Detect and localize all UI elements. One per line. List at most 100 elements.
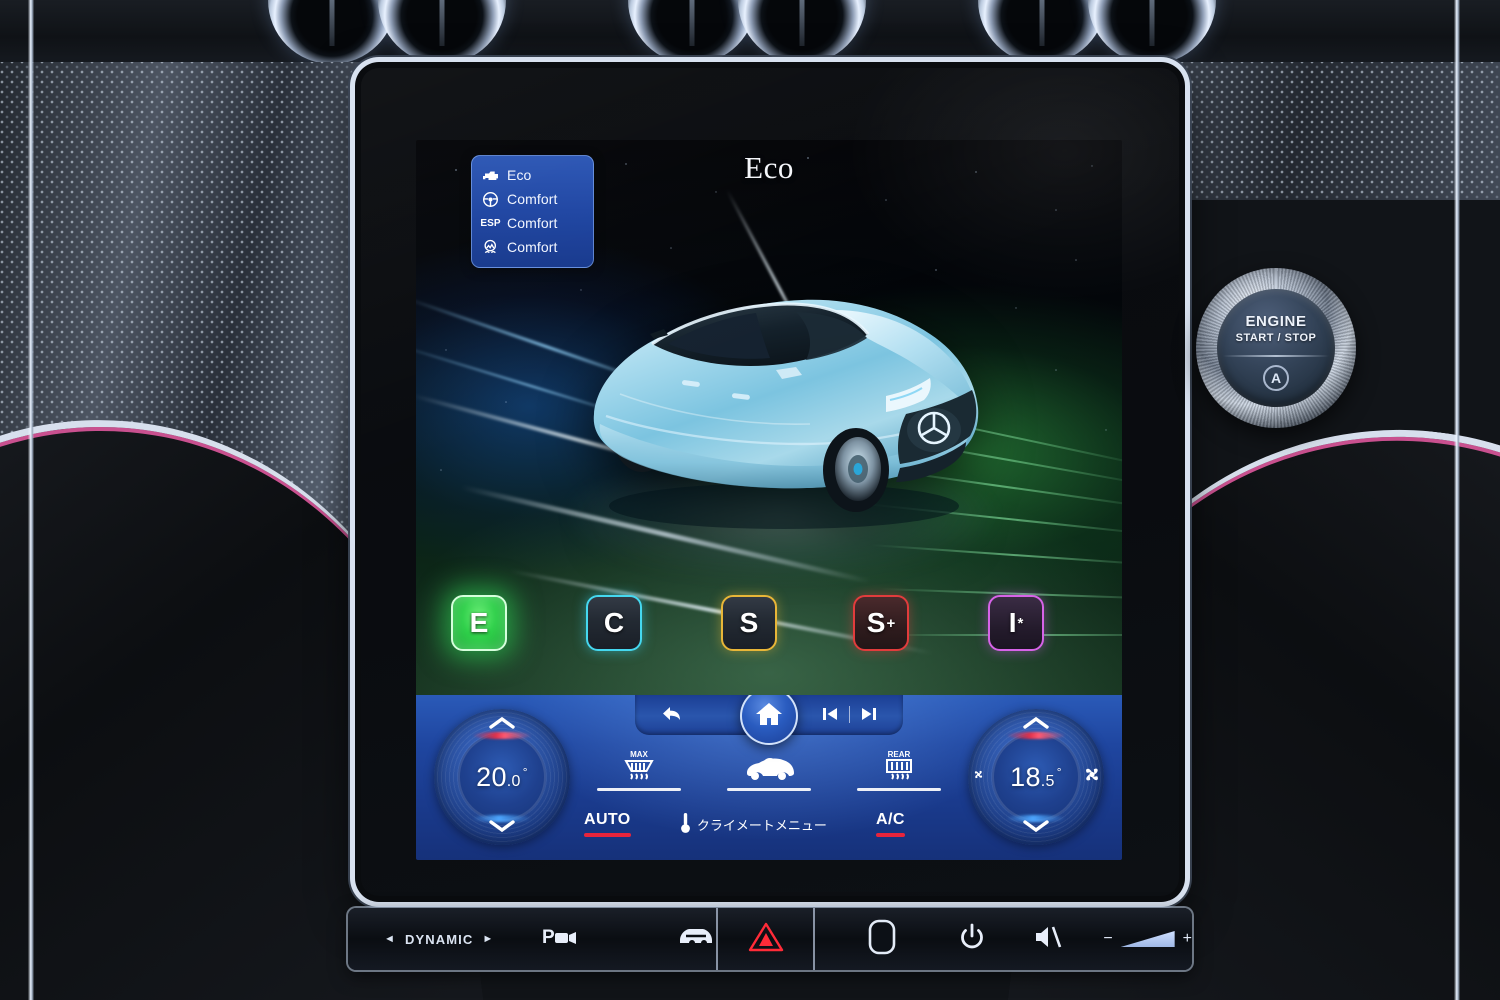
air-vent-strip	[0, 0, 1500, 62]
drive-mode-key: S	[866, 607, 886, 638]
thermometer-icon	[680, 812, 691, 837]
hazard-warning-icon	[748, 921, 784, 958]
passenger-temperature-dial[interactable]: 18.5 °	[968, 709, 1104, 845]
fan-low-icon[interactable]	[972, 768, 985, 786]
passenger-temp-readout: 18.5 °	[992, 733, 1080, 821]
mute-button[interactable]	[1033, 908, 1063, 970]
dynamic-select-control[interactable]: ◄ DYNAMIC ►	[348, 932, 494, 947]
air-vent-icon[interactable]	[738, 0, 866, 62]
auto-active-underline	[584, 833, 631, 837]
temp-whole: 20	[476, 761, 507, 792]
drive-mode-button-individual[interactable]: I *	[988, 595, 1044, 651]
driver-temperature-dial[interactable]: 20.0 °	[434, 709, 570, 845]
next-track-icon[interactable]	[861, 706, 877, 722]
temp-degree: °	[1056, 764, 1062, 779]
mode-label: Comfort	[507, 191, 558, 207]
steering-wheel-icon	[481, 191, 500, 208]
drive-mode-key: E	[469, 607, 489, 638]
temp-degree: °	[522, 764, 528, 779]
drive-mode-screen: Eco Comfort ESP Comfort Comfort Eco E C …	[416, 140, 1122, 695]
climate-menu-label: クライメートメニュー	[696, 817, 827, 833]
drive-mode-button-sport[interactable]: S	[721, 595, 777, 651]
auto-label: AUTO	[584, 811, 631, 828]
display-off-button[interactable]	[867, 908, 897, 970]
front-defrost-button[interactable]: MAX	[584, 749, 694, 791]
engine-button-seam	[1223, 355, 1329, 357]
drive-mode-button-comfort[interactable]: C	[586, 595, 642, 651]
dynamic-prev-arrow-icon[interactable]: ◄	[384, 933, 396, 945]
air-vent-icon[interactable]	[1088, 0, 1216, 62]
drive-mode-key: C	[603, 607, 625, 638]
hardware-button-bar: ◄ DYNAMIC ► P − +	[348, 908, 1192, 970]
volume-slider[interactable]: − +	[1103, 930, 1192, 948]
power-icon	[959, 923, 985, 956]
temp-down-chevron-right[interactable]	[1022, 819, 1050, 838]
vehicle-front-button[interactable]	[676, 908, 716, 970]
mode-row-engine: Eco	[472, 163, 593, 187]
mode-label: Eco	[507, 167, 532, 183]
driver-temp-value: 20.0 °	[476, 762, 528, 793]
svg-text:REAR: REAR	[888, 750, 911, 759]
vehicle-illustration	[534, 218, 1004, 538]
volume-minus-label[interactable]: −	[1103, 930, 1112, 948]
chrome-trim-right	[1454, 0, 1460, 1000]
previous-track-icon[interactable]	[822, 706, 838, 722]
temp-down-chevron-left[interactable]	[488, 819, 516, 838]
temp-decimal: .0	[506, 772, 521, 790]
air-recirculation-icon	[741, 749, 797, 781]
auto-button[interactable]: AUTO	[584, 811, 631, 837]
drive-mode-info-card[interactable]: Eco Comfort ESP Comfort Comfort	[471, 155, 594, 268]
chrome-trim-left	[28, 0, 34, 1000]
display-active-area: Eco Comfort ESP Comfort Comfort Eco E C …	[416, 140, 1122, 860]
climate-text-row: AUTO クライメートメニュー A/C	[584, 802, 954, 846]
auto-start-stop-icon: A	[1263, 365, 1289, 391]
climate-menu-button[interactable]: クライメートメニュー	[680, 812, 827, 837]
parking-camera-icon: P	[540, 924, 578, 955]
nav-divider	[849, 705, 850, 723]
drive-mode-button-eco[interactable]: E	[451, 595, 507, 651]
drive-mode-key: I	[1008, 607, 1017, 638]
rear-defrost-button[interactable]: REAR	[844, 749, 954, 791]
hazard-warning-button[interactable]	[748, 908, 784, 970]
temp-decimal: .5	[1040, 772, 1055, 790]
mode-row-steering: Comfort	[472, 187, 593, 211]
svg-text:MAX: MAX	[630, 750, 648, 759]
home-button[interactable]	[740, 695, 798, 745]
climate-center-controls: MAX REAR AUTO クライメートメニュー A/C	[584, 743, 954, 852]
drive-mode-sup: +	[886, 614, 896, 632]
driver-temp-readout: 20.0 °	[458, 733, 546, 821]
recirculation-indicator	[727, 788, 811, 791]
engine-label-line1: ENGINE	[1245, 313, 1307, 330]
air-vent-icon[interactable]	[978, 0, 1106, 62]
mode-row-esp: ESP Comfort	[472, 211, 593, 235]
dynamic-label: DYNAMIC	[405, 931, 474, 947]
rear-defrost-icon: REAR	[882, 749, 916, 781]
ac-label: A/C	[876, 811, 905, 828]
ac-active-underline	[876, 833, 905, 837]
display-off-icon	[867, 918, 897, 961]
engine-label-line2: START / STOP	[1235, 332, 1317, 344]
drive-mode-sup: *	[1017, 614, 1024, 632]
back-arrow-icon[interactable]	[661, 704, 685, 724]
ac-button[interactable]: A/C	[876, 811, 905, 837]
fan-high-icon[interactable]	[1082, 765, 1102, 790]
drive-mode-button-sport-plus[interactable]: S +	[853, 595, 909, 651]
parking-camera-button[interactable]: P	[540, 908, 578, 970]
air-vent-icon[interactable]	[268, 0, 396, 62]
power-button[interactable]	[959, 908, 985, 970]
svg-text:P: P	[542, 927, 555, 948]
volume-plus-label[interactable]: +	[1183, 930, 1192, 948]
infotainment-screen-unit: Eco Comfort ESP Comfort Comfort Eco E C …	[355, 62, 1185, 902]
engine-start-stop-button[interactable]: ENGINE START / STOP A	[1196, 268, 1356, 428]
air-vent-icon[interactable]	[628, 0, 756, 62]
engine-icon	[481, 167, 500, 184]
volume-level-wedge[interactable]	[1120, 931, 1175, 947]
home-icon	[755, 701, 783, 732]
mode-row-suspension: Comfort	[472, 235, 593, 259]
drive-mode-key: S	[739, 607, 759, 638]
mute-icon	[1033, 923, 1063, 956]
dynamic-next-arrow-icon[interactable]: ►	[482, 933, 494, 945]
air-vent-icon[interactable]	[378, 0, 506, 62]
air-recirculation-button[interactable]	[714, 749, 824, 791]
esp-icon: ESP	[480, 217, 501, 229]
